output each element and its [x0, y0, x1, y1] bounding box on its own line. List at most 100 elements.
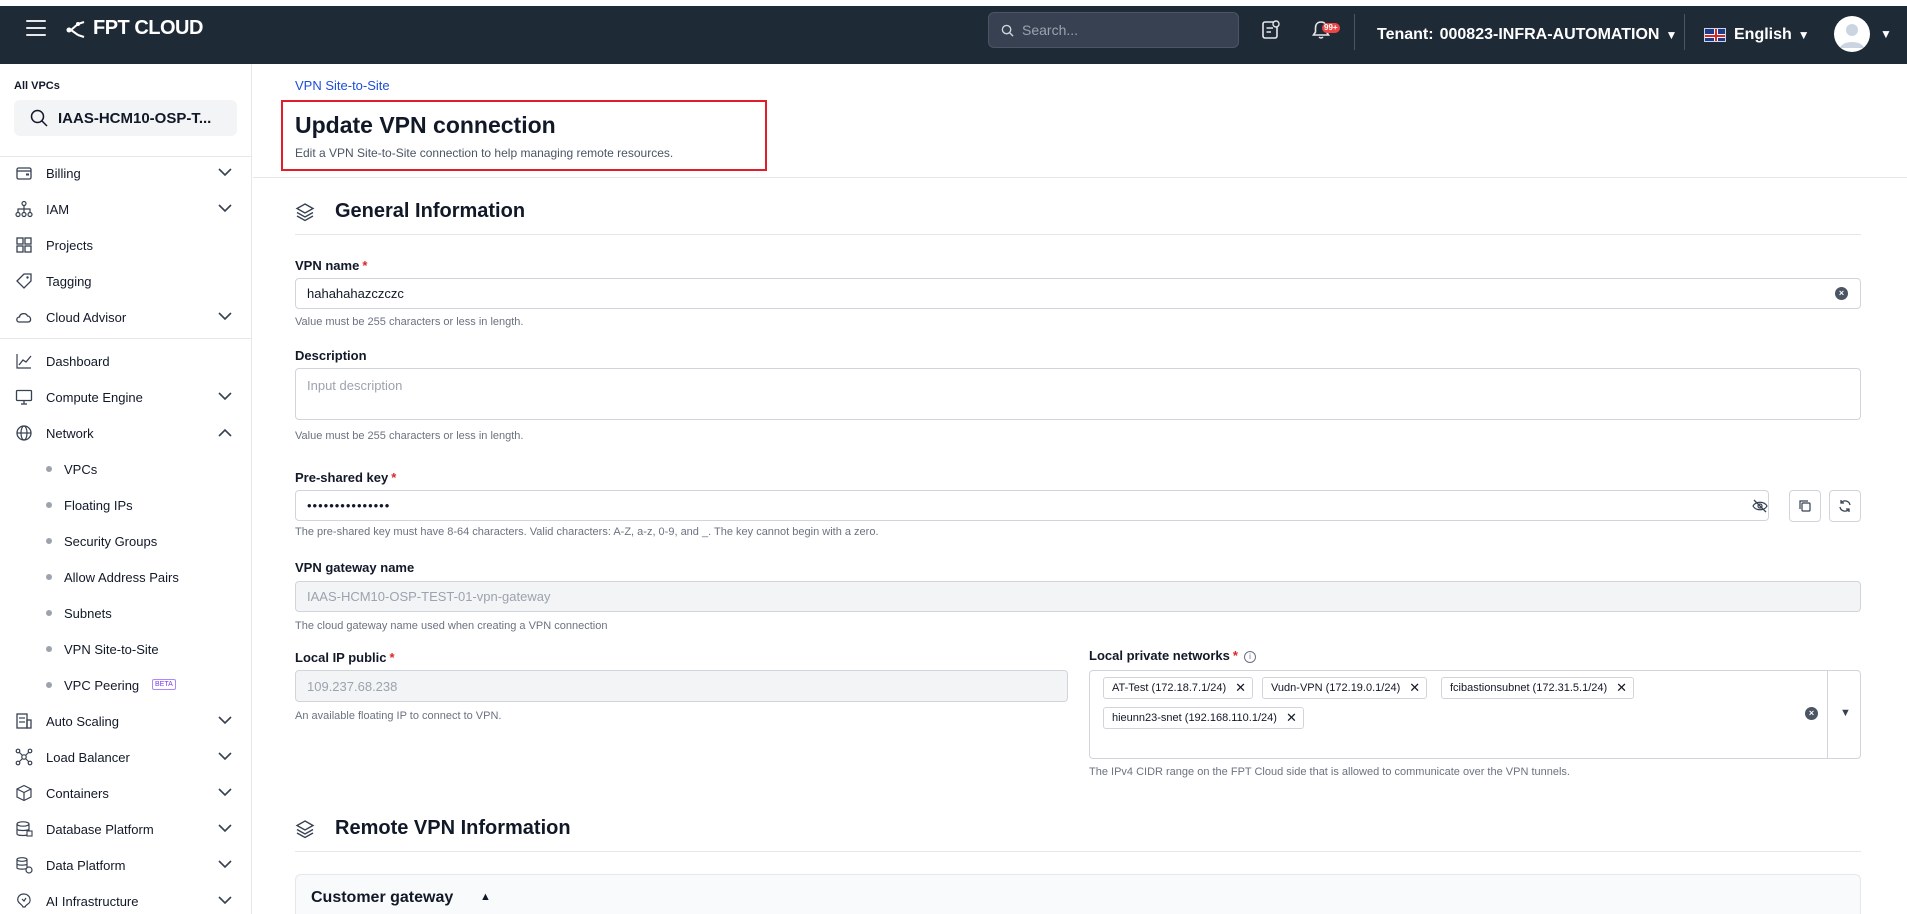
sidebar-subitem-subnets[interactable]: Subnets [0, 599, 252, 627]
wallet-icon [16, 167, 32, 180]
cube-icon [16, 784, 32, 802]
sidebar-item-label: Auto Scaling [46, 713, 119, 729]
sidebar-subitem-vpcs[interactable]: VPCs [0, 455, 252, 483]
vpn-name-value: hahahahazczczc [307, 286, 404, 301]
collapse-triangle-icon[interactable]: ▲ [480, 891, 491, 903]
hamburger-menu-icon[interactable] [26, 20, 46, 36]
tenant-selector[interactable]: Tenant: 000823-INFRA-AUTOMATION ▼ [1377, 26, 1677, 44]
description-field[interactable]: Input description [295, 368, 1861, 420]
info-icon[interactable]: i [1243, 650, 1256, 663]
gateway-label: VPN gateway name [295, 560, 415, 575]
psk-value: ••••••••••••••• [307, 498, 391, 513]
sidebar-item-database-platform[interactable]: Database Platform [0, 814, 252, 844]
sidebar-item-label: Network [46, 425, 94, 441]
sidebar-item-label: IAM [46, 201, 70, 217]
sidebar-item-cloud-advisor[interactable]: Cloud Advisor [0, 302, 252, 332]
sidebar-item-compute-engine[interactable]: Compute Engine [0, 382, 252, 412]
sidebar-item-label: Containers [46, 785, 109, 801]
clear-icon[interactable]: × [1835, 287, 1848, 300]
sidebar-subitem-label: VPN Site-to-Site [64, 641, 159, 657]
customer-gateway-card: Customer gateway ▲ [295, 874, 1861, 914]
vpn-name-label: VPN name * [295, 258, 367, 273]
user-avatar[interactable] [1834, 16, 1870, 52]
sidebar-subitem-label: Subnets [64, 605, 112, 621]
card-title: Customer gateway [311, 889, 454, 906]
task-list-icon[interactable] [1262, 20, 1280, 40]
sidebar-subitem-floating-ips[interactable]: Floating IPs [0, 491, 252, 519]
global-search[interactable] [988, 12, 1239, 48]
remove-chip-icon[interactable]: ✕ [1286, 710, 1297, 726]
sidebar-item-iam[interactable]: IAM [0, 194, 252, 224]
sidebar-item-containers[interactable]: Containers [0, 778, 252, 808]
sidebar-item-projects[interactable]: Projects [0, 230, 252, 260]
chevron-down-icon [218, 204, 232, 213]
sidebar-item-label: Billing [46, 165, 81, 181]
sidebar-item-load-balancer[interactable]: Load Balancer [0, 742, 252, 772]
copy-key-button[interactable] [1789, 490, 1821, 522]
remove-chip-icon[interactable]: ✕ [1235, 680, 1246, 696]
eye-off-icon[interactable] [1752, 499, 1768, 513]
description-help: Value must be 255 characters or less in … [295, 430, 524, 442]
caret-down-icon[interactable]: ▼ [1880, 27, 1892, 41]
org-tree-icon [15, 200, 33, 218]
sidebar-item-billing[interactable]: Billing [0, 158, 252, 188]
search-input[interactable] [1022, 22, 1212, 38]
sidebar-item-data-platform[interactable]: Data Platform [0, 850, 252, 880]
dropdown-caret-icon[interactable]: ▼ [1840, 707, 1851, 719]
search-icon [1001, 24, 1014, 37]
remove-chip-icon[interactable]: ✕ [1409, 680, 1420, 696]
sidebar-item-label: AI Infrastructure [46, 893, 139, 909]
language-selector[interactable]: English ▼ [1704, 26, 1810, 44]
auto-scaling-icon [16, 713, 32, 729]
sidebar-item-label: Cloud Advisor [46, 309, 127, 325]
required-asterisk: * [391, 470, 397, 485]
fpt-logo-icon [66, 20, 85, 38]
brand-logo[interactable]: FPT CLOUD [64, 17, 203, 40]
regenerate-key-button[interactable] [1829, 490, 1861, 522]
copy-icon [1799, 500, 1811, 512]
refresh-icon [1839, 500, 1851, 512]
bullet-dot [46, 610, 52, 616]
sidebar: All VPCs IAAS-HCM10-OSP-T... Billing IAM… [0, 64, 252, 914]
vpn-name-field[interactable]: hahahahazczczc [295, 278, 1861, 309]
sidebar-subitem-label: Allow Address Pairs [64, 569, 179, 585]
psk-label: Pre-shared key * [295, 470, 396, 485]
sidebar-subitem-vpn-site-to-site[interactable]: VPN Site-to-Site [0, 635, 252, 663]
sidebar-item-label: Compute Engine [46, 389, 143, 405]
chevron-down-icon [218, 392, 232, 401]
sidebar-subitem-vpc-peering[interactable]: VPC Peering BETA [0, 671, 252, 699]
sidebar-item-auto-scaling[interactable]: Auto Scaling [0, 706, 252, 736]
sidebar-item-label: Tagging [46, 273, 92, 289]
breadcrumb-vpn-site-to-site[interactable]: VPN Site-to-Site [295, 78, 390, 93]
chart-line-icon [16, 354, 32, 369]
main-content: VPN Site-to-Site Update VPN connection E… [253, 64, 1907, 914]
data-platform-icon [16, 857, 33, 874]
local-ip-label: Local IP public * [295, 650, 395, 665]
caret-down-icon: ▼ [1797, 28, 1810, 42]
sidebar-item-label: Load Balancer [46, 749, 130, 765]
sidebar-subitem-security-groups[interactable]: Security Groups [0, 527, 252, 555]
vpc-selector[interactable]: IAAS-HCM10-OSP-T... [14, 100, 237, 136]
sidebar-item-network[interactable]: Network [0, 418, 252, 448]
sidebar-item-dashboard[interactable]: Dashboard [0, 346, 252, 376]
sidebar-subitem-label: VPCs [64, 461, 98, 477]
search-icon [30, 109, 48, 127]
cloud-advisor-icon [16, 313, 32, 323]
remove-chip-icon[interactable]: ✕ [1616, 680, 1627, 696]
chevron-down-icon [218, 168, 232, 177]
sidebar-item-label: Projects [46, 237, 93, 253]
network-chip: AT-Test (172.18.7.1/24) ✕ [1103, 677, 1254, 699]
topbar-divider [1684, 14, 1685, 50]
tag-icon [16, 273, 32, 289]
psk-field[interactable]: ••••••••••••••• [295, 490, 1769, 521]
section-divider [295, 234, 1861, 235]
clear-all-icon[interactable]: × [1805, 707, 1818, 720]
globe-icon [16, 425, 32, 441]
user-avatar-icon [1840, 24, 1864, 48]
sidebar-subitem-allow-address-pairs[interactable]: Allow Address Pairs [0, 563, 252, 591]
sidebar-item-ai-infrastructure[interactable]: AI Infrastructure [0, 886, 252, 914]
section-heading: Remote VPN Information [335, 817, 571, 839]
bullet-dot [46, 646, 52, 652]
sidebar-item-tagging[interactable]: Tagging [0, 266, 252, 296]
network-chip: hieunn23-snet (192.168.110.1/24) ✕ [1103, 707, 1304, 729]
